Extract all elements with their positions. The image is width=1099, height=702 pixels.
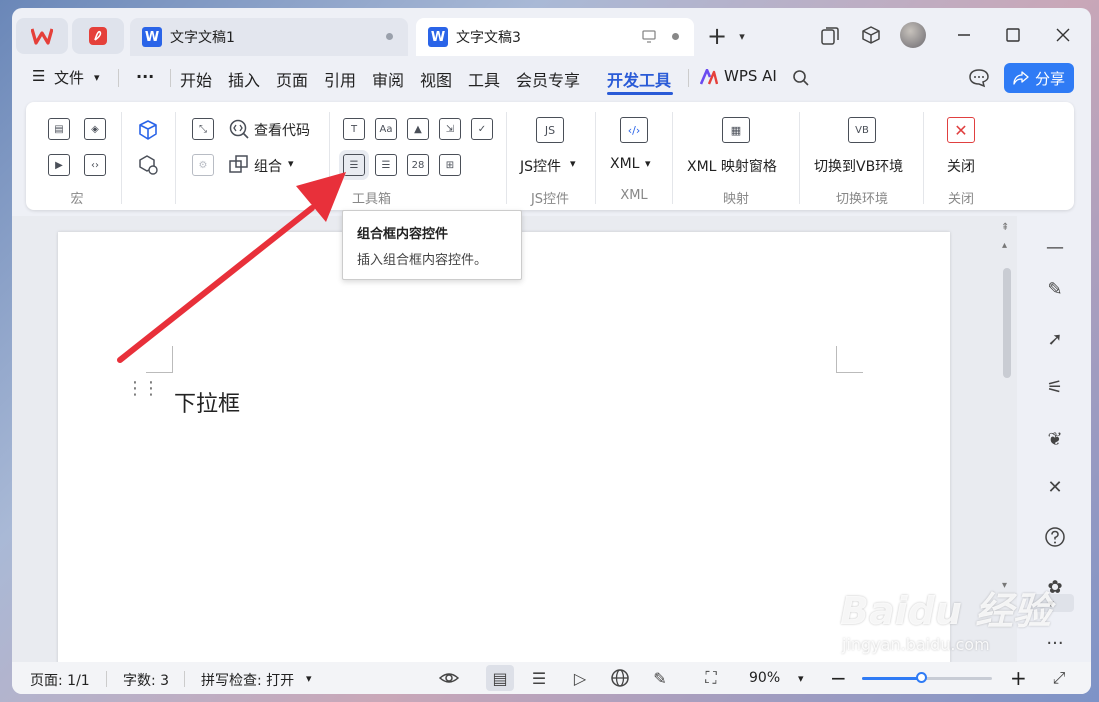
watermark-url: jingyan.baidu.com bbox=[842, 635, 990, 654]
watermark-logo: Baidu 经验 bbox=[840, 589, 1052, 633]
baidu-watermark: Baidu 经验 jingyan.baidu.com bbox=[840, 580, 1051, 654]
